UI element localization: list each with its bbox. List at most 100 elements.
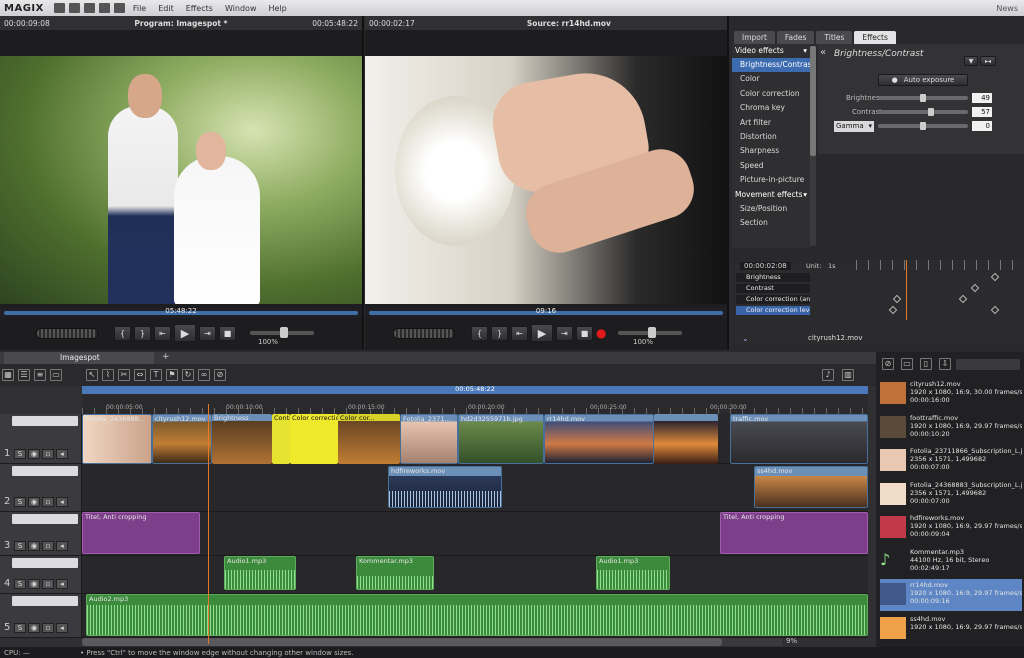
effect-color[interactable]: Color — [732, 72, 810, 86]
keyframe-row-contrast[interactable]: Contrast — [736, 283, 810, 293]
audio-clip[interactable]: Audio1.mp3 — [596, 556, 670, 590]
effect-clip[interactable]: Contrast — [272, 414, 290, 464]
stop-button[interactable]: ■ — [219, 325, 236, 341]
keyframe-row-color-level[interactable]: Color correction level — [736, 305, 810, 315]
keyframe-marker[interactable] — [958, 294, 968, 304]
timeline-zoom[interactable]: 9% — [786, 637, 797, 645]
gamma-slider[interactable] — [878, 122, 968, 130]
new-project-icon[interactable] — [53, 3, 65, 13]
video-clip[interactable] — [654, 414, 718, 464]
media-item[interactable]: ♪ Kommentar.mp3 44100 Hz, 16 bit, Stereo 00… — [880, 546, 1022, 578]
title-clip[interactable]: Titel, Anti cropping — [720, 512, 868, 554]
visibility-icon[interactable]: ◉ — [28, 497, 40, 507]
keyframe-ruler[interactable] — [856, 260, 1024, 270]
video-clip[interactable]: traffic.mov — [730, 414, 868, 464]
effect-color-correction[interactable]: Color correction — [732, 87, 810, 101]
tab-effects[interactable]: Effects — [854, 31, 896, 44]
keyframe-marker[interactable] — [888, 305, 898, 315]
unlink-icon[interactable]: ⊘ — [214, 369, 226, 381]
timeline-mode-icon[interactable]: ≡ — [34, 369, 46, 381]
effects-list-scrollbar[interactable] — [810, 46, 816, 246]
menu-help[interactable]: Help — [268, 4, 286, 13]
timeline-playhead[interactable] — [208, 404, 209, 644]
file-icon[interactable]: ▯ — [920, 358, 932, 370]
folder-icon[interactable]: ▭ — [901, 358, 913, 370]
next-marker-button[interactable]: ⇥ — [199, 325, 216, 341]
mute-icon[interactable]: ◂ — [56, 497, 68, 507]
media-item[interactable]: cityrush12.mov 1920 x 1080, 16:9, 30.00 f… — [880, 378, 1022, 410]
lock-icon[interactable]: ▫ — [42, 497, 54, 507]
source-stop-button[interactable]: ■ — [576, 325, 593, 341]
track-name-field[interactable] — [12, 416, 78, 426]
media-item[interactable]: Fotolia_24368883_Subscription_L.jpg 2356 … — [880, 479, 1022, 511]
lock-icon[interactable]: ▫ — [42, 623, 54, 633]
timeline-range-bar[interactable]: 00:05:48:22 — [82, 385, 868, 394]
source-next-button[interactable]: ⇥ — [556, 325, 573, 341]
solo-button[interactable]: S — [14, 541, 26, 551]
source-play-button[interactable]: ▶ — [531, 324, 553, 342]
solo-button[interactable]: S — [14, 449, 26, 459]
unit-value[interactable]: 1s — [828, 262, 836, 270]
mute-icon[interactable]: ◂ — [56, 579, 68, 589]
track-name-field[interactable] — [12, 558, 78, 568]
track-name-field[interactable] — [12, 466, 78, 476]
contrast-value[interactable]: 57 — [972, 107, 992, 117]
redo-icon[interactable] — [113, 3, 125, 13]
effect-clip[interactable]: Brightness — [212, 414, 272, 464]
solo-button[interactable]: S — [14, 497, 26, 507]
effect-clip[interactable]: Color cor... — [338, 414, 400, 464]
effect-speed[interactable]: Speed — [732, 159, 810, 173]
import-icon[interactable]: ⇩ — [939, 358, 951, 370]
keyframe-marker[interactable] — [892, 294, 902, 304]
solo-button[interactable]: S — [14, 579, 26, 589]
video-clip[interactable]: cityrush12.mov — [152, 414, 212, 464]
menu-file[interactable]: File — [133, 4, 146, 13]
audio-clip[interactable]: Audio1.mp3 — [224, 556, 296, 590]
media-item[interactable]: rr14hd.mov 1920 x 1080, 16:9, 29.97 frame… — [880, 579, 1022, 611]
record-icon[interactable]: ● — [596, 326, 606, 340]
add-tab-icon[interactable]: + — [162, 352, 170, 362]
keyframe-playhead[interactable] — [906, 260, 907, 320]
auto-exposure-button[interactable]: ● Auto exposure — [878, 74, 968, 86]
scene-icon[interactable]: ☰ — [18, 369, 30, 381]
time-ruler[interactable]: 00:00:05:00 00:00:10:00 00:00:15:00 00:0… — [82, 394, 868, 414]
open-icon[interactable] — [68, 3, 80, 13]
source-scrub-bar[interactable]: 09:16 — [365, 307, 727, 318]
source-mark-out-button[interactable]: } — [491, 325, 508, 341]
gamma-value[interactable]: 0 — [972, 121, 992, 131]
news-link[interactable]: News — [996, 4, 1018, 13]
effect-section[interactable]: Section — [732, 216, 810, 230]
title-clip[interactable]: Titel, Anti cropping — [82, 512, 200, 554]
visibility-icon[interactable]: ◉ — [28, 623, 40, 633]
media-item[interactable]: foottraffic.mov 1920 x 1080, 16:9, 29.97 … — [880, 412, 1022, 444]
text-icon[interactable]: T — [150, 369, 162, 381]
keyframe-row-color-angle[interactable]: Color correction (angle) — [736, 294, 810, 304]
source-jog-wheel[interactable] — [393, 327, 455, 339]
tab-fades[interactable]: Fades — [776, 31, 815, 44]
visibility-icon[interactable]: ◉ — [28, 541, 40, 551]
track-name-field[interactable] — [12, 514, 78, 524]
brightness-value[interactable]: 49 — [972, 93, 992, 103]
audio-clip[interactable]: Audio2.mp3 — [86, 594, 868, 636]
lock-icon[interactable]: ▫ — [42, 579, 54, 589]
mixer-icon[interactable]: ▥ — [842, 369, 854, 381]
prev-marker-button[interactable]: ⇤ — [154, 325, 171, 341]
media-item[interactable]: ss4hd.mov 1920 x 1080, 16:9, 29.97 frames… — [880, 613, 1022, 645]
split-icon[interactable]: ⌇ — [102, 369, 114, 381]
media-item[interactable]: hdfireworks.mov 1920 x 1080, 16:9, 29.97 … — [880, 512, 1022, 544]
media-item[interactable]: Fotolia_23711866_Subscription_L.jpg 2356 … — [880, 445, 1022, 477]
link-icon[interactable]: ∞ — [198, 369, 210, 381]
video-clip[interactable]: Fotolia_2436888... — [82, 414, 152, 464]
marker-icon[interactable]: ⚑ — [166, 369, 178, 381]
mute-icon[interactable]: ◂ — [56, 623, 68, 633]
video-effects-header[interactable]: Video effects ▾ — [732, 44, 810, 58]
keyframe-marker[interactable] — [990, 305, 1000, 315]
menu-effects[interactable]: Effects — [186, 4, 213, 13]
solo-button[interactable]: S — [14, 623, 26, 633]
keyframe-marker[interactable] — [990, 272, 1000, 282]
preset-dropdown-icon[interactable]: ▼ — [964, 56, 978, 66]
visibility-icon[interactable]: ◉ — [28, 449, 40, 459]
visibility-icon[interactable]: ◉ — [28, 579, 40, 589]
effect-clip[interactable]: Color correction (angle) — [290, 414, 338, 464]
mute-icon[interactable]: ◂ — [56, 449, 68, 459]
